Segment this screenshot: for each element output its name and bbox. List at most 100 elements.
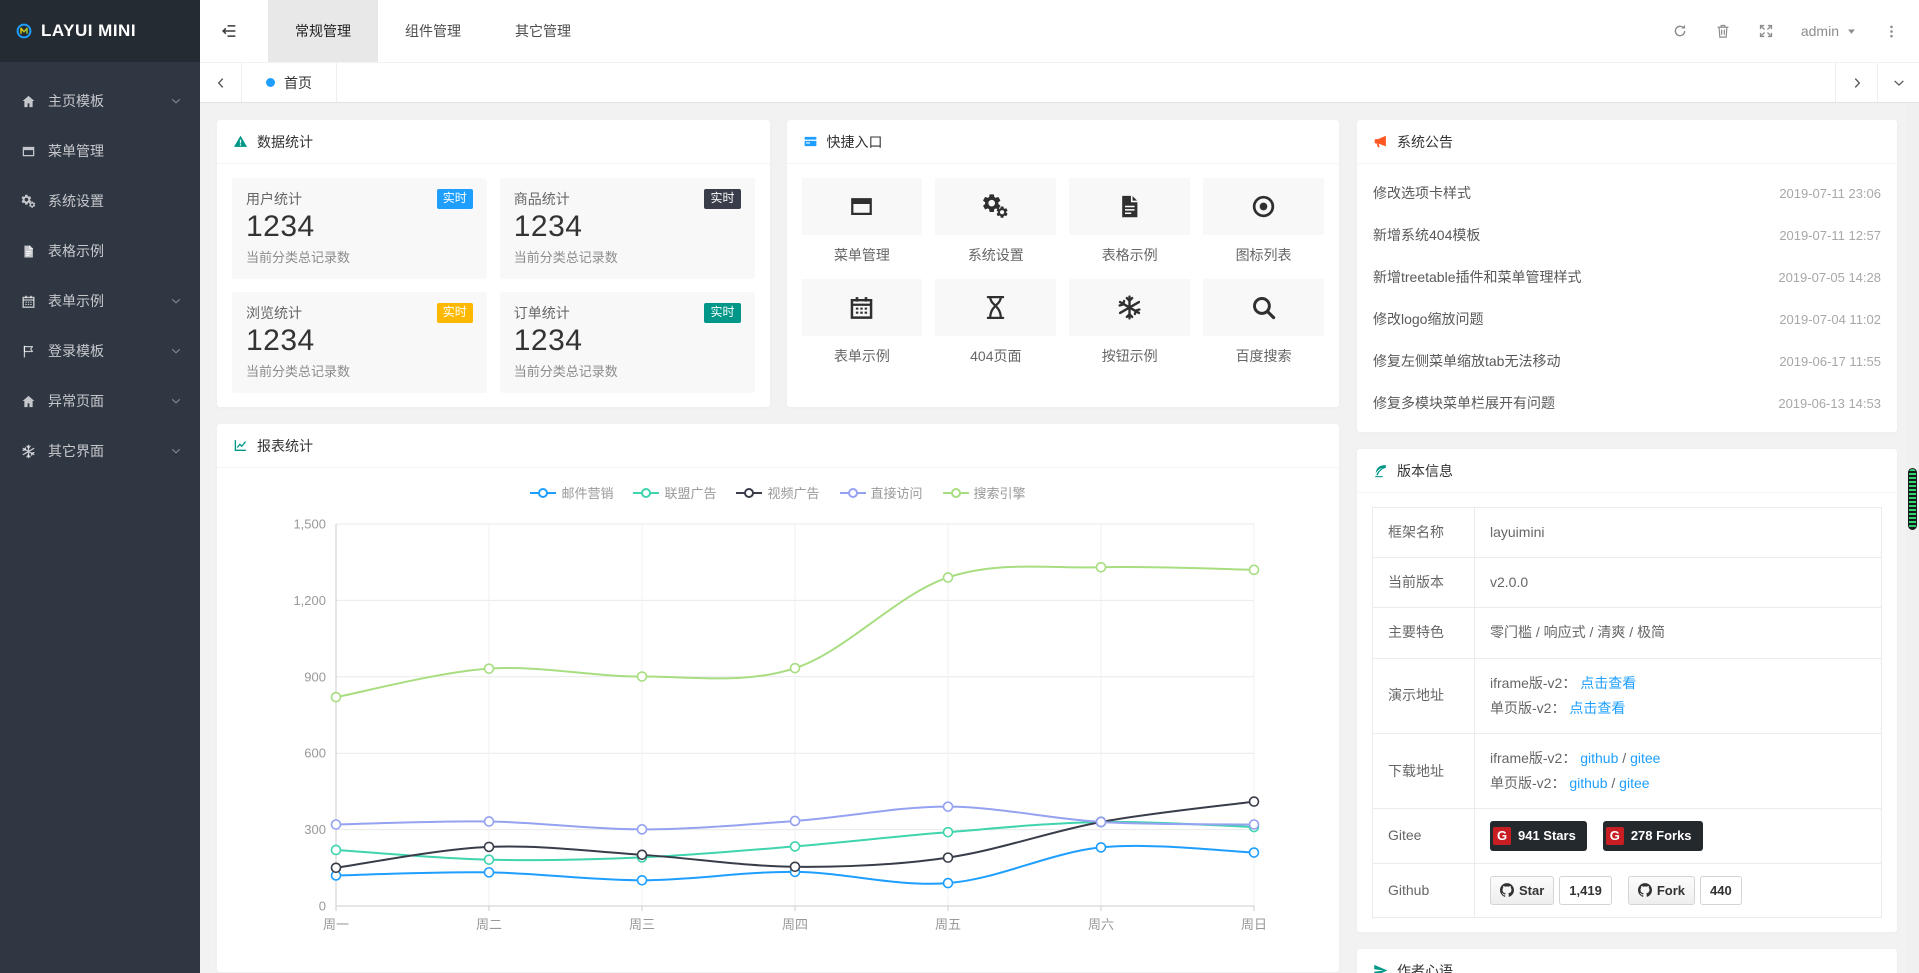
chart-line-icon bbox=[233, 438, 248, 453]
sidebar-item-label: 其它界面 bbox=[48, 441, 170, 461]
legend-item-视频广告[interactable]: 视频广告 bbox=[736, 483, 819, 502]
github-badge[interactable]: Fork440 bbox=[1628, 876, 1742, 905]
github-count[interactable]: 1,419 bbox=[1559, 876, 1612, 905]
gitee-badge[interactable]: G941 Stars bbox=[1490, 821, 1587, 850]
panel-title: 作者心语 bbox=[1397, 961, 1453, 973]
notice-date: 2019-06-17 11:55 bbox=[1779, 354, 1881, 369]
version-value-cell: 零门槛 / 响应式 / 清爽 / 极简 bbox=[1475, 608, 1882, 658]
version-link-line: 单页版-v2： github / gitee bbox=[1490, 771, 1866, 796]
svg-text:0: 0 bbox=[319, 899, 326, 914]
menu-collapse-button[interactable] bbox=[200, 0, 258, 62]
stat-desc: 当前分类总记录数 bbox=[514, 247, 741, 266]
hourglass-icon bbox=[935, 279, 1056, 336]
sidebar-item-7[interactable]: 异常页面 bbox=[0, 376, 200, 426]
notice-text: 新增treetable插件和菜单管理样式 bbox=[1373, 267, 1581, 287]
flag-icon bbox=[21, 344, 38, 359]
svg-text:1,200: 1,200 bbox=[293, 593, 326, 608]
scrollbar-track[interactable] bbox=[1906, 104, 1919, 973]
link-gitee[interactable]: gitee bbox=[1619, 775, 1649, 791]
version-link-line: iframe版-v2： 点击查看 bbox=[1490, 671, 1866, 696]
legend-item-搜索引擎[interactable]: 搜索引擎 bbox=[943, 483, 1026, 502]
refresh-button[interactable] bbox=[1672, 23, 1688, 39]
github-count[interactable]: 440 bbox=[1700, 876, 1742, 905]
quick-entry-3[interactable]: 表格示例 bbox=[1069, 178, 1190, 265]
quick-entry-label: 表单示例 bbox=[802, 346, 923, 366]
fullscreen-button[interactable] bbox=[1758, 23, 1774, 39]
link-gitee[interactable]: gitee bbox=[1630, 750, 1660, 766]
quick-entry-label: 表格示例 bbox=[1069, 245, 1190, 265]
version-link-line: iframe版-v2： github / gitee bbox=[1490, 746, 1866, 771]
user-dropdown[interactable]: admin bbox=[1801, 23, 1857, 39]
quick-entry-6[interactable]: 404页面 bbox=[935, 279, 1056, 366]
version-label: 下载地址 bbox=[1373, 733, 1475, 808]
logo[interactable]: LAYUI MINI bbox=[0, 0, 200, 62]
link-github[interactable]: github bbox=[1580, 750, 1618, 766]
sidebar-item-6[interactable]: 登录模板 bbox=[0, 326, 200, 376]
sidebar-item-label: 表格示例 bbox=[48, 241, 182, 261]
sidebar-item-5[interactable]: 表单示例 bbox=[0, 276, 200, 326]
tab-home[interactable]: 首页 bbox=[242, 63, 337, 102]
link-点击查看[interactable]: 点击查看 bbox=[1569, 700, 1625, 716]
content: 数据统计 用户统计实时1234当前分类总记录数商品统计实时1234当前分类总记录… bbox=[200, 104, 1919, 973]
notice-date: 2019-07-11 12:57 bbox=[1779, 228, 1881, 243]
top-nav: 常规管理组件管理其它管理 bbox=[268, 0, 598, 62]
tab-scroll-right-button[interactable] bbox=[1835, 63, 1877, 102]
stat-label: 商品统计 bbox=[514, 189, 570, 209]
tab-menu-button[interactable] bbox=[1877, 63, 1919, 102]
sidebar-item-8[interactable]: 其它界面 bbox=[0, 426, 200, 476]
stat-card-4: 订单统计实时1234当前分类总记录数 bbox=[500, 292, 755, 393]
trash-button[interactable] bbox=[1715, 23, 1731, 39]
svg-text:周日: 周日 bbox=[1241, 917, 1267, 932]
panel-author-words-header: 作者心语 bbox=[1357, 949, 1897, 973]
top-nav-item-2[interactable]: 组件管理 bbox=[378, 0, 488, 62]
top-nav-item-3[interactable]: 其它管理 bbox=[488, 0, 598, 62]
sidebar-item-label: 菜单管理 bbox=[48, 141, 182, 161]
sidebar-item-4[interactable]: 表格示例 bbox=[0, 226, 200, 276]
version-label: 当前版本 bbox=[1373, 558, 1475, 608]
layuimini-app: LAYUI MINI 主页模板菜单管理系统设置表格示例表单示例登录模板异常页面其… bbox=[0, 0, 1919, 973]
notice-item-6: 修复多模块菜单栏展开有问题2019-06-13 14:53 bbox=[1373, 382, 1881, 424]
more-menu-button[interactable] bbox=[1884, 24, 1899, 39]
chevron-down-icon bbox=[1892, 76, 1906, 90]
layui-logo-icon bbox=[16, 23, 32, 39]
sidebar-item-3[interactable]: 系统设置 bbox=[0, 176, 200, 226]
tab-home-label: 首页 bbox=[284, 73, 312, 93]
version-row-2: 当前版本 v2.0.0 bbox=[1373, 558, 1882, 608]
quick-entry-8[interactable]: 百度搜索 bbox=[1203, 279, 1324, 366]
asterisk-icon bbox=[21, 444, 38, 459]
quick-entry-4[interactable]: 图标列表 bbox=[1203, 178, 1324, 265]
sidebar-item-label: 表单示例 bbox=[48, 291, 170, 311]
quick-entry-2[interactable]: 系统设置 bbox=[935, 178, 1056, 265]
quick-entry-7[interactable]: 按钮示例 bbox=[1069, 279, 1190, 366]
notice-list: 修改选项卡样式2019-07-11 23:06新增系统404模板2019-07-… bbox=[1357, 164, 1897, 432]
stat-value: 1234 bbox=[514, 210, 741, 244]
link-github[interactable]: github bbox=[1569, 775, 1607, 791]
legend-item-邮件营销[interactable]: 邮件营销 bbox=[530, 483, 613, 502]
sidebar-item-label: 登录模板 bbox=[48, 341, 170, 361]
gitee-badge[interactable]: G278 Forks bbox=[1603, 821, 1703, 850]
tabbar-spacer bbox=[337, 63, 1835, 102]
username: admin bbox=[1801, 23, 1839, 39]
line-chart: 03006009001,2001,500周一周二周三周四周五周六周日 bbox=[217, 504, 1339, 973]
github-badge[interactable]: Star1,419 bbox=[1490, 876, 1612, 905]
top-nav-item-1[interactable]: 常规管理 bbox=[268, 0, 378, 62]
github-icon bbox=[1500, 883, 1514, 897]
link-点击查看[interactable]: 点击查看 bbox=[1580, 675, 1636, 691]
stat-card-3: 浏览统计实时1234当前分类总记录数 bbox=[232, 292, 487, 393]
notice-item-2: 新增系统404模板2019-07-11 12:57 bbox=[1373, 214, 1881, 256]
search-icon bbox=[1203, 279, 1324, 336]
version-value: v2.0.0 bbox=[1490, 574, 1528, 590]
sidebar-item-2[interactable]: 菜单管理 bbox=[0, 126, 200, 176]
version-label: Gitee bbox=[1373, 809, 1475, 863]
scrollbar-thumb[interactable] bbox=[1908, 468, 1917, 530]
quick-entry-1[interactable]: 菜单管理 bbox=[802, 178, 923, 265]
tab-scroll-left-button[interactable] bbox=[200, 63, 242, 102]
legend-item-直接访问[interactable]: 直接访问 bbox=[840, 483, 923, 502]
status-badge: 实时 bbox=[437, 189, 473, 209]
quick-entry-5[interactable]: 表单示例 bbox=[802, 279, 923, 366]
notice-text: 修改选项卡样式 bbox=[1373, 183, 1471, 203]
sidebar-item-1[interactable]: 主页模板 bbox=[0, 76, 200, 126]
legend-item-联盟广告[interactable]: 联盟广告 bbox=[633, 483, 716, 502]
calendar-icon bbox=[802, 279, 923, 336]
version-value-cell: G941 Stars G278 Forks bbox=[1475, 809, 1882, 863]
